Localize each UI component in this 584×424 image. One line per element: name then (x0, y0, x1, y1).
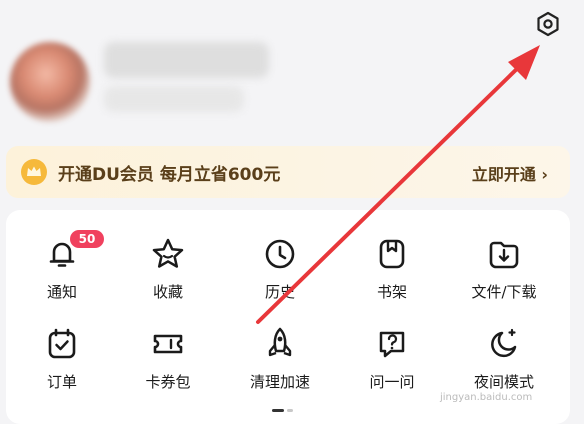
menu-item-label: 书架 (376, 283, 407, 301)
menu-item-notifications[interactable]: 50 通知 (6, 230, 118, 312)
watermark: jingyan.baidu.com (440, 392, 533, 403)
page-indicator (272, 409, 293, 412)
menu-item-label: 文件/下载 (471, 283, 537, 301)
menu-item-cleanup[interactable]: 清理加速 (224, 322, 336, 402)
menu-item-label: 清理加速 (249, 373, 310, 391)
menu-item-coupons[interactable]: 卡券包 (112, 322, 224, 402)
menu-item-bookshelf[interactable]: 书架 (336, 232, 448, 312)
moon-icon (491, 328, 517, 358)
page-dot (287, 409, 293, 412)
menu-item-favorites[interactable]: 收藏 (112, 232, 224, 312)
avatar[interactable] (10, 42, 90, 122)
menu-item-label: 通知 (46, 283, 77, 301)
crown-icon (21, 159, 47, 185)
menu-item-orders[interactable]: 订单 (6, 322, 118, 402)
star-icon (152, 238, 184, 268)
profile-name-blurred[interactable] (104, 42, 269, 78)
bookshelf-icon (379, 239, 405, 269)
menu-item-night-mode[interactable]: 夜间模式 (448, 322, 560, 402)
menu-item-label: 收藏 (152, 283, 183, 301)
clock-icon (265, 239, 295, 269)
vip-banner[interactable]: 开通DU会员 每月立省600元 立即开通 › (6, 146, 570, 198)
settings-button[interactable] (534, 10, 562, 38)
menu-item-label: 问一问 (369, 373, 415, 391)
menu-item-label: 历史 (264, 283, 295, 301)
calendar-check-icon (48, 328, 76, 359)
menu-item-ask[interactable]: 问一问 (336, 322, 448, 402)
vip-open-button[interactable]: 立即开通 › (472, 161, 548, 185)
question-icon (379, 331, 405, 358)
menu-item-label: 卡券包 (145, 373, 191, 391)
page-dot-active (272, 409, 284, 412)
notification-count-badge: 50 (70, 230, 104, 248)
download-folder-icon (489, 241, 519, 269)
vip-promo-text: 开通DU会员 每月立省600元 (58, 164, 281, 185)
rocket-icon (268, 327, 292, 357)
menu-item-label: 订单 (46, 373, 77, 391)
menu-item-history[interactable]: 历史 (224, 232, 336, 312)
ticket-icon (153, 334, 183, 354)
menu-item-label: 夜间模式 (473, 373, 534, 391)
profile-info-blurred (104, 86, 244, 112)
settings-icon (537, 11, 559, 37)
menu-item-downloads[interactable]: 文件/下载 (448, 232, 560, 312)
